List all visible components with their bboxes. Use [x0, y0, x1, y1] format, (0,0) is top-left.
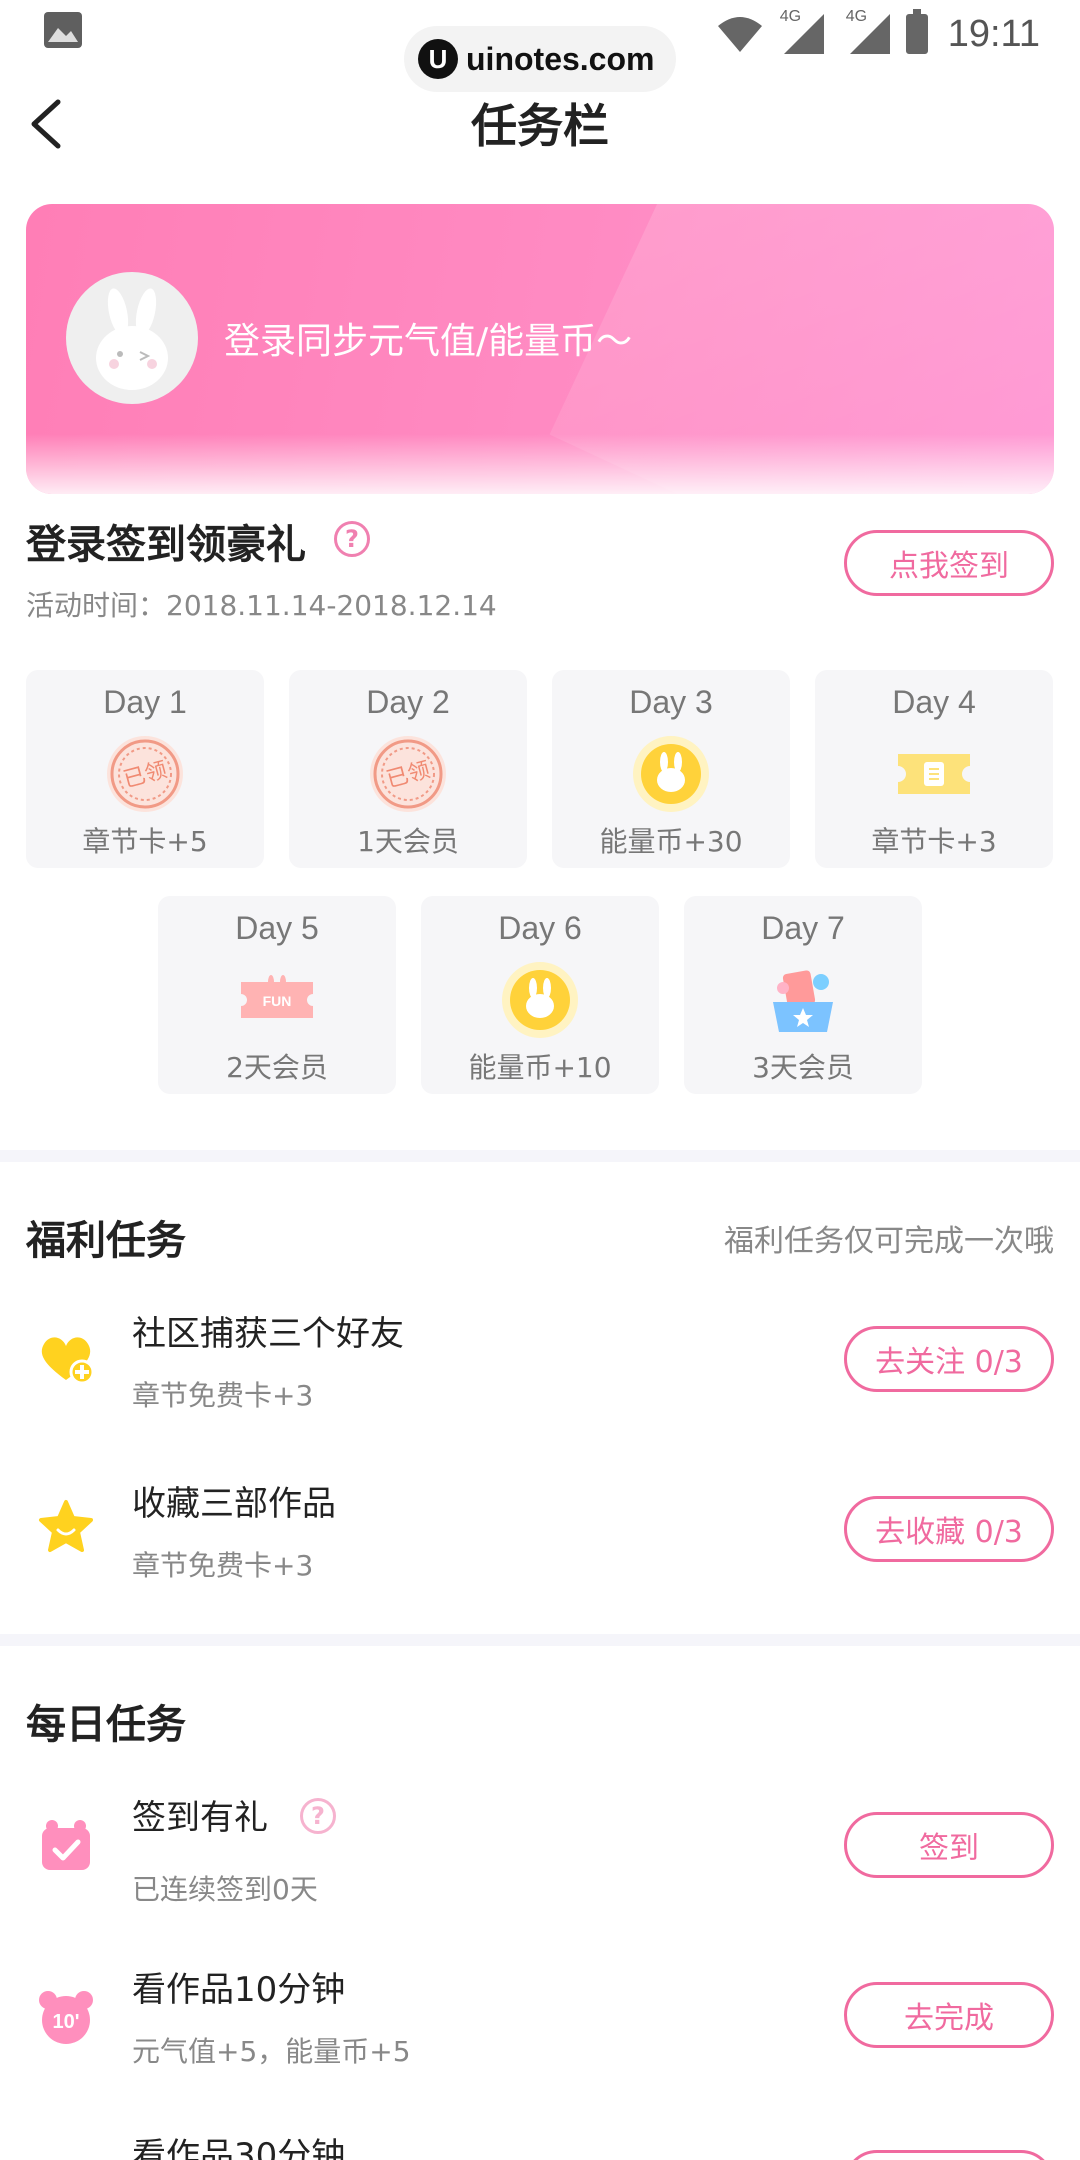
follow-button[interactable]: 去关注 0/3 — [844, 1326, 1054, 1392]
task-title: 签到有礼 — [132, 1798, 268, 1838]
day-reward: 章节卡+5 — [82, 825, 208, 858]
day-reward: 能量币+10 — [468, 1051, 612, 1084]
day-reward: 能量币+30 — [599, 825, 743, 858]
ticket-text: FUN — [263, 993, 292, 1009]
day-card[interactable]: Day 3 能量币+30 — [552, 670, 790, 868]
welfare-title: 福利任务 — [26, 1218, 186, 1264]
signin-title: 登录签到领豪礼 — [26, 522, 306, 568]
activity-time: 活动时间：2018.11.14-2018.12.14 — [26, 589, 497, 622]
help-icon[interactable]: ? — [300, 1798, 336, 1834]
day-reward: 3天会员 — [752, 1051, 854, 1084]
day-card[interactable]: Day 1 已领 章节卡+5 — [26, 670, 264, 868]
day-card[interactable]: Day 4 章节卡+3 — [815, 670, 1053, 868]
day-reward: 2天会员 — [226, 1051, 328, 1084]
task-reward: 章节免费卡+3 — [132, 1549, 314, 1582]
day-card[interactable]: Day 6 能量币+10 — [421, 896, 659, 1094]
day-label: Day 3 — [629, 684, 713, 720]
checkin-button[interactable]: 签到 — [844, 1812, 1054, 1878]
task-reward: 章节免费卡+3 — [132, 1379, 314, 1412]
day-reward: 1天会员 — [357, 825, 459, 858]
signal-icon: 4G — [840, 8, 896, 56]
star-icon — [39, 1500, 93, 1552]
claimed-stamp-icon: 已领 — [107, 736, 183, 812]
day-label: Day 1 — [103, 684, 187, 720]
task-title: 收藏三部作品 — [132, 1484, 336, 1524]
login-banner[interactable]: 登录同步元气值/能量币～ — [26, 204, 1054, 494]
watermark: U uinotes.com — [404, 26, 676, 92]
task-reward: 已连续签到0天 — [132, 1873, 318, 1906]
task-reward: 元气值+5，能量币+5 — [132, 2035, 411, 2068]
complete-button[interactable] — [844, 2150, 1054, 2160]
chapter-card-icon — [898, 754, 970, 794]
day-card[interactable]: Day 7 3天会员 — [684, 896, 922, 1094]
day-label: Day 7 — [761, 910, 845, 946]
signal-icon: 4G — [774, 8, 830, 56]
task-title: 社区捕获三个好友 — [132, 1314, 404, 1354]
bear-timer-icon: 10' — [39, 1991, 93, 2044]
watermark-text: uinotes.com — [466, 40, 655, 77]
section-divider — [0, 1634, 1080, 1646]
fun-ticket-icon: FUN — [241, 975, 313, 1018]
task-title: 看作品30分钟 — [132, 2136, 346, 2160]
avatar[interactable] — [66, 272, 198, 404]
welfare-hint: 福利任务仅可完成一次哦 — [724, 1224, 1054, 1259]
complete-button[interactable]: 去完成 — [844, 1982, 1054, 2048]
task-title: 看作品10分钟 — [132, 1970, 346, 2010]
day-card[interactable]: Day 2 已领 1天会员 — [289, 670, 527, 868]
calendar-check-icon — [42, 1820, 90, 1870]
page-title: 任务栏 — [471, 99, 609, 153]
help-icon[interactable]: ? — [334, 521, 370, 557]
network-type: 4G — [779, 8, 802, 25]
login-prompt[interactable]: 登录同步元气值/能量币～ — [224, 312, 632, 364]
energy-coin-icon — [633, 736, 709, 812]
energy-coin-icon — [502, 962, 578, 1038]
network-type: 4G — [845, 8, 868, 25]
clock: 19:11 — [947, 12, 1040, 55]
signin-button[interactable]: 点我签到 — [844, 530, 1054, 596]
day-label: Day 6 — [498, 910, 582, 946]
claimed-stamp-icon: 已领 — [370, 736, 446, 812]
gallery-icon — [44, 12, 82, 48]
daily-title: 每日任务 — [26, 1702, 186, 1748]
battery-icon — [905, 9, 928, 54]
day-label: Day 4 — [892, 684, 976, 720]
day-label: Day 2 — [366, 684, 450, 720]
day-reward: 章节卡+3 — [871, 825, 997, 858]
timer-badge: 10' — [52, 2011, 79, 2033]
gift-basket-icon — [773, 970, 833, 1032]
section-divider — [0, 1150, 1080, 1162]
watermark-logo: U — [418, 39, 458, 79]
heart-plus-icon — [41, 1337, 95, 1385]
day-label: Day 5 — [235, 910, 319, 946]
wifi-icon — [717, 17, 762, 52]
collect-button[interactable]: 去收藏 0/3 — [844, 1496, 1054, 1562]
day-card[interactable]: Day 5 FUN 2天会员 — [158, 896, 396, 1094]
bunny-avatar-icon — [96, 288, 168, 390]
